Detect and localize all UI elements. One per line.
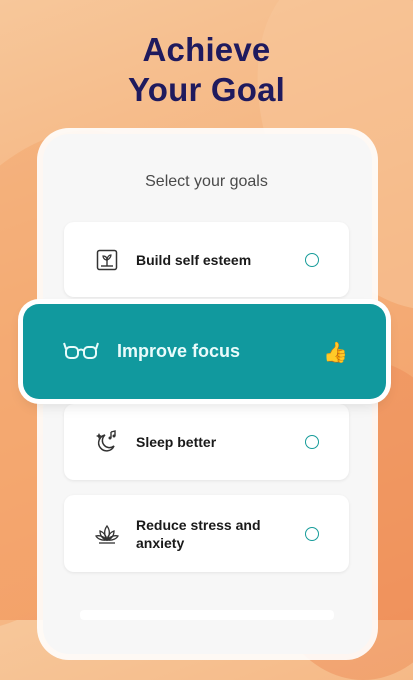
radio-button-unselected[interactable] bbox=[305, 435, 319, 449]
lotus-icon bbox=[94, 521, 120, 547]
section-subtitle: Select your goals bbox=[145, 173, 268, 190]
goal-label: Improve focus bbox=[117, 341, 241, 361]
goal-label: Sleep better bbox=[136, 434, 217, 450]
goal-label: Build self esteem bbox=[136, 251, 252, 268]
next-card-partial bbox=[80, 610, 334, 620]
page-title-line-1: Achieve bbox=[142, 31, 271, 68]
goal-option-build-self-esteem[interactable]: Build self esteem bbox=[64, 222, 349, 297]
goal-option-sleep-better[interactable]: Sleep better bbox=[64, 404, 349, 480]
plant-icon bbox=[94, 247, 120, 273]
moon-music-icon bbox=[94, 429, 120, 455]
radio-button-unselected[interactable] bbox=[305, 252, 319, 267]
goal-label: Reduce stress and anxiety bbox=[136, 516, 261, 551]
goal-option-reduce-stress[interactable]: Reduce stress and anxiety bbox=[64, 495, 349, 572]
thumbs-up-icon: 👍 bbox=[323, 342, 348, 364]
radio-button-unselected[interactable] bbox=[305, 526, 319, 541]
page-title: Achieve Your Goal bbox=[0, 30, 413, 110]
page-title-line-2: Your Goal bbox=[127, 71, 286, 108]
goal-option-improve-focus[interactable]: Improve focus 👍 bbox=[23, 304, 386, 399]
glasses-icon bbox=[63, 338, 99, 366]
